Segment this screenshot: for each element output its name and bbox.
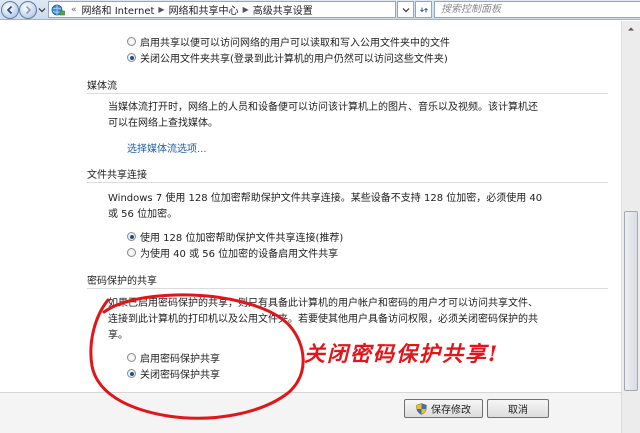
crumb-network-internet[interactable]: 网络和 Internet xyxy=(80,2,157,17)
divider xyxy=(87,288,608,289)
public-folder-on-label[interactable]: 启用共享以便可以访问网络的用户可以读取和写入公用文件夹中的文件 xyxy=(140,34,450,49)
vertical-scrollbar[interactable] xyxy=(621,21,640,433)
crumb-chevron-icon[interactable]: ▶ xyxy=(243,5,249,14)
forward-button[interactable] xyxy=(19,1,37,19)
encryption-40-56-label[interactable]: 为使用 40 或 56 位加密的设备启用文件共享 xyxy=(140,245,338,260)
divider xyxy=(87,93,608,94)
uac-shield-icon xyxy=(416,402,427,415)
password-description-line: 如果已启用密码保护的共享，则只有具备此计算机的用户帐户和密码的用户才可以访问共享… xyxy=(108,298,538,309)
password-on-radio[interactable] xyxy=(127,353,136,362)
chevron-down-icon xyxy=(402,7,409,12)
scroll-up-arrow-icon xyxy=(628,27,634,31)
crumb-advanced-sharing[interactable]: 高级共享设置 xyxy=(251,2,315,17)
scroll-up-button[interactable] xyxy=(623,21,639,37)
divider xyxy=(87,182,608,183)
address-toolbar: « 网络和 Internet ▶ 网络和共享中心 ▶ 高级共享设置 xyxy=(0,0,640,20)
public-folder-on-option[interactable]: 启用共享以便可以访问网络的用户可以读取和写入公用文件夹中的文件 xyxy=(127,34,450,49)
breadcrumb-overflow[interactable]: « xyxy=(71,5,77,15)
crumb-network-sharing-center[interactable]: 网络和共享中心 xyxy=(167,2,241,17)
encryption-128-label[interactable]: 使用 128 位加密帮助保护文件共享连接(推荐) xyxy=(140,229,343,244)
annotation-text: 关闭密码保护共享! xyxy=(304,341,500,366)
encryption-128-option[interactable]: 使用 128 位加密帮助保护文件共享连接(推荐) xyxy=(127,229,343,244)
forward-arrow-icon xyxy=(25,5,32,15)
encryption-40-56-option[interactable]: 为使用 40 或 56 位加密的设备启用文件共享 xyxy=(127,245,338,260)
dialog-footer: 保存修改 取消 xyxy=(0,392,621,433)
encryption-128-radio[interactable] xyxy=(127,232,136,241)
public-folder-off-radio[interactable] xyxy=(127,53,136,62)
password-on-label[interactable]: 启用密码保护共享 xyxy=(140,350,220,365)
advanced-sharing-content: 启用共享以便可以访问网络的用户可以读取和写入公用文件夹中的文件 关闭公用文件夹共… xyxy=(0,21,621,433)
file-sharing-description-line: Windows 7 使用 128 位加密帮助保护文件共享连接。某些设备不支持 1… xyxy=(108,193,543,204)
network-globe-icon xyxy=(51,4,65,15)
password-description: 如果已启用密码保护的共享，则只有具备此计算机的用户帐户和密码的用户才可以访问共享… xyxy=(108,296,578,344)
media-description-line: 可以在网络上查找媒体。 xyxy=(108,118,218,129)
back-button[interactable] xyxy=(1,1,19,19)
refresh-button[interactable] xyxy=(415,1,432,18)
save-changes-label: 保存修改 xyxy=(431,405,471,416)
media-description: 当媒体流打开时，网络上的人员和设备便可以访问该计算机上的图片、音乐以及视频。该计… xyxy=(108,100,608,132)
media-section-title: 媒体流 xyxy=(87,81,117,92)
recent-pages-chevron-icon[interactable] xyxy=(38,6,46,14)
cancel-button[interactable]: 取消 xyxy=(487,399,549,418)
media-stream-options-link[interactable]: 选择媒体流选项... xyxy=(127,140,207,155)
media-description-line: 当媒体流打开时，网络上的人员和设备便可以访问该计算机上的图片、音乐以及视频。该计… xyxy=(108,102,538,113)
save-changes-button[interactable]: 保存修改 xyxy=(404,399,483,418)
back-arrow-icon xyxy=(6,5,13,15)
password-off-option[interactable]: 关闭密码保护共享 xyxy=(127,366,220,381)
breadcrumb[interactable]: « 网络和 Internet ▶ 网络和共享中心 ▶ 高级共享设置 xyxy=(48,1,396,18)
password-off-radio[interactable] xyxy=(127,369,136,378)
file-sharing-description-line: 或 56 位加密。 xyxy=(108,209,178,220)
password-off-label[interactable]: 关闭密码保护共享 xyxy=(140,366,220,381)
file-sharing-section-title: 文件共享连接 xyxy=(87,170,147,181)
crumb-chevron-icon[interactable]: ▶ xyxy=(158,5,164,14)
search-box[interactable] xyxy=(434,1,640,18)
scrollbar-thumb[interactable] xyxy=(624,211,638,391)
encryption-40-56-radio[interactable] xyxy=(127,248,136,257)
password-on-option[interactable]: 启用密码保护共享 xyxy=(127,350,220,365)
public-folder-off-label[interactable]: 关闭公用文件夹共享(登录到此计算机的用户仍然可以访问这些文件夹) xyxy=(140,50,448,65)
public-folder-off-option[interactable]: 关闭公用文件夹共享(登录到此计算机的用户仍然可以访问这些文件夹) xyxy=(127,50,448,65)
refresh-icon xyxy=(419,7,428,12)
password-description-line: 连接到此计算机的打印机以及公用文件夹。若要使其他用户具备访问权限，必须关闭密码保… xyxy=(108,314,538,325)
search-input[interactable] xyxy=(435,2,640,17)
public-folder-on-radio[interactable] xyxy=(127,37,136,46)
address-dropdown-button[interactable] xyxy=(397,1,414,18)
password-section-title: 密码保护的共享 xyxy=(87,276,157,287)
cancel-label: 取消 xyxy=(508,405,528,416)
file-sharing-description: Windows 7 使用 128 位加密帮助保护文件共享连接。某些设备不支持 1… xyxy=(108,191,608,223)
